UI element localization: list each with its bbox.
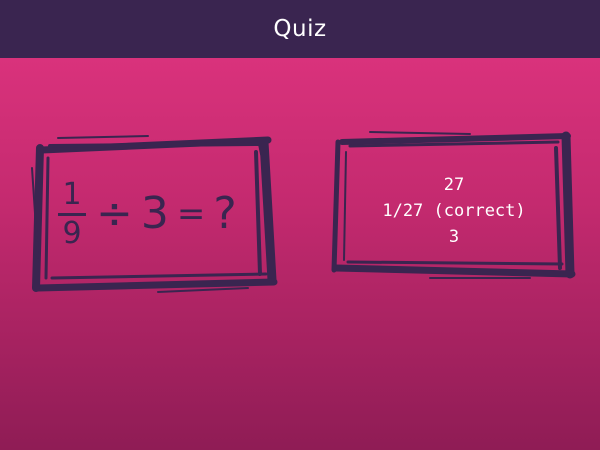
question-card: 1 9 ÷ 3 = ? [28,128,280,296]
equals-symbol: = [176,194,206,234]
answer-options: 27 1/27 (correct) 3 [350,172,558,250]
answer-option-3[interactable]: 3 [350,224,558,250]
operand: 3 [140,188,169,239]
fraction-numerator: 1 [62,176,82,212]
fraction-denominator: 9 [62,215,82,251]
question-expression: 1 9 ÷ 3 = ? [56,174,252,254]
answer-option-2[interactable]: 1/27 (correct) [350,198,558,224]
page-title: Quiz [273,16,327,42]
header-bar: Quiz [0,0,600,58]
answer-card: 27 1/27 (correct) 3 [330,128,578,284]
divide-symbol: ÷ [96,188,133,239]
answer-option-1[interactable]: 27 [350,172,558,198]
unknown-symbol: ? [213,188,237,239]
fraction: 1 9 [56,176,88,251]
